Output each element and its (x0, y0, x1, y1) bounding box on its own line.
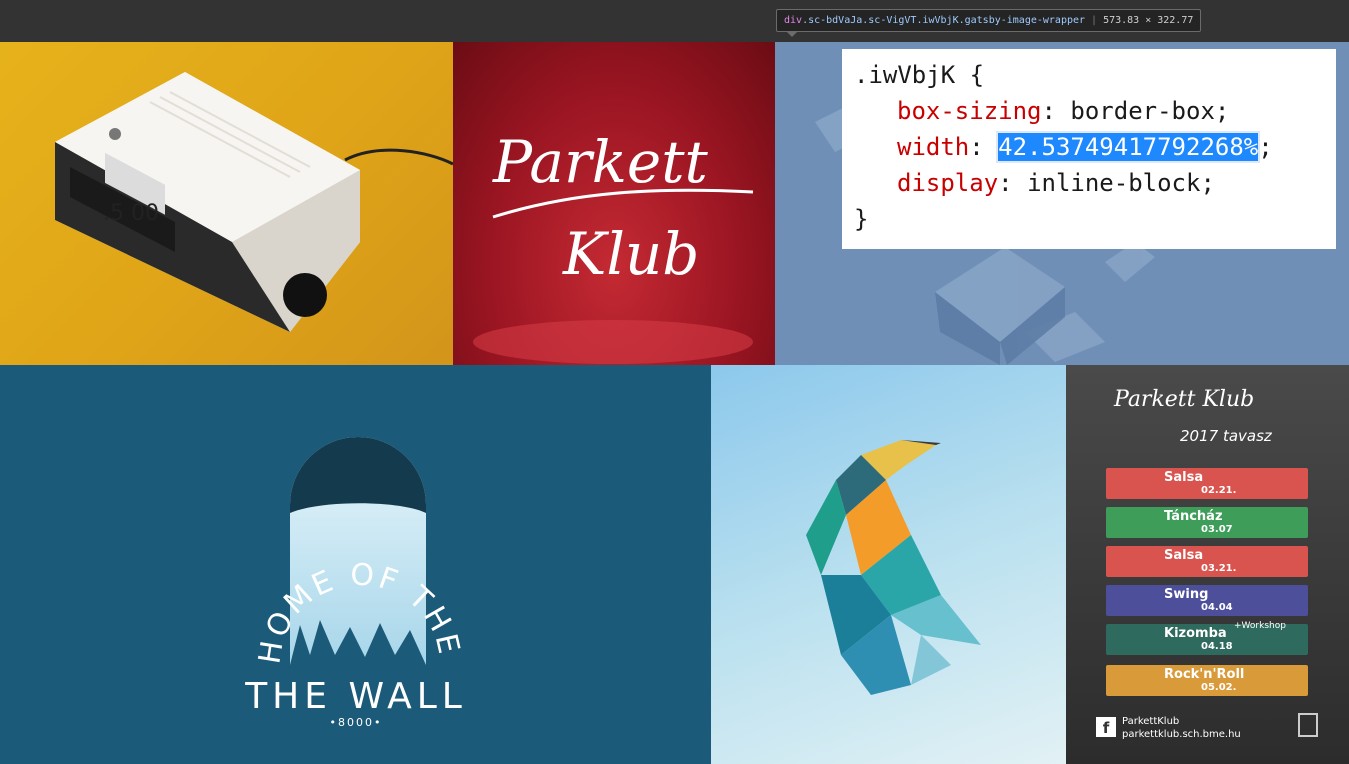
css-prop-name: box-sizing (897, 97, 1042, 125)
event-name: Salsa (1164, 470, 1204, 485)
wall-code: •8000• (330, 716, 383, 729)
css-prop-value: inline-block; (1027, 169, 1215, 197)
css-prop-name: width (897, 133, 970, 161)
css-declaration-width[interactable]: width: 42.53749417792268%; (854, 129, 1324, 165)
parkett-wordmark: Parkett (492, 128, 709, 196)
tooltip-classes: .sc-bdVaJa.sc-VigVT.iwVbjK.gatsby-image-… (802, 15, 1086, 26)
css-declaration-box-sizing[interactable]: box-sizing: border-box; (854, 93, 1324, 129)
event-band-swing: Swing 04.04 (1106, 585, 1308, 616)
event-extra: +Workshop (1234, 621, 1286, 631)
event-band-rocknroll: Rock'n'Roll 05.02. (1106, 665, 1308, 696)
event-band-salsa-2: Salsa 03.21. (1106, 546, 1308, 577)
event-name: Swing (1164, 587, 1209, 602)
gallery-tile-the-wall[interactable]: HOME OF THE NIGHT WATCH THE WALL •8000• (0, 365, 711, 764)
event-date: 02.21. (1201, 485, 1237, 496)
gallery-tile-parkett-poster[interactable]: Parkett Klub 2017 tavasz Salsa 02.21. Tá… (1066, 365, 1349, 764)
css-declaration-display[interactable]: display: inline-block; (854, 165, 1324, 201)
event-date: 05.02. (1201, 682, 1237, 693)
tooltip-arrow (786, 31, 798, 37)
poster-fb-url: parkettklub.sch.bme.hu (1122, 729, 1241, 740)
parkett-klub-logo: Parkett Klub (473, 128, 754, 364)
css-prop-name: display (897, 169, 999, 197)
poster-fb-name: ParkettKlub (1122, 716, 1180, 727)
facebook-icon: f (1096, 717, 1116, 737)
event-name: Kizomba (1164, 626, 1227, 641)
event-name: Táncház (1164, 509, 1223, 524)
poster-subtitle: 2017 tavasz (1180, 427, 1272, 445)
css-rule-close: } (854, 205, 869, 233)
bird-illustration (806, 440, 981, 695)
event-date: 04.18 (1201, 641, 1233, 652)
gallery-tile-parkett-klub[interactable]: Parkett Klub (453, 42, 775, 365)
wall-title: THE WALL (244, 676, 467, 717)
schonherz-logo-icon (1298, 713, 1318, 737)
event-band-salsa-1: Salsa 02.21. (1106, 468, 1308, 499)
poster-title: Parkett Klub (1114, 387, 1255, 412)
klub-wordmark: Klub (562, 220, 699, 288)
tooltip-tag: div (784, 15, 803, 26)
clock-radio-illustration: .5 00 (55, 72, 453, 332)
gallery-tile-bird[interactable] (711, 365, 1066, 764)
gallery-tile-clock-radio[interactable]: .5 00 (0, 42, 453, 365)
css-prop-value: border-box; (1070, 97, 1230, 125)
event-date: 03.21. (1201, 563, 1237, 574)
clock-time: .5 00 (103, 201, 159, 226)
event-date: 04.04 (1201, 602, 1233, 613)
the-wall-logo: HOME OF THE NIGHT WATCH THE WALL •8000• (0, 365, 467, 729)
tooltip-size: 573.83 × 322.77 (1103, 15, 1194, 26)
event-date: 03.07 (1201, 524, 1233, 535)
css-selector: .iwVbjK { (854, 61, 985, 89)
event-band-kizomba: Kizomba 04.18 +Workshop (1106, 621, 1308, 655)
event-name: Rock'n'Roll (1164, 667, 1245, 682)
css-rule-editor[interactable]: .iwVbjK { box-sizing: border-box; width:… (842, 49, 1336, 249)
event-name: Salsa (1164, 548, 1204, 563)
css-width-value-selected[interactable]: 42.53749417792268% (996, 131, 1261, 163)
element-inspector-tooltip: div .sc-bdVaJa.sc-VigVT.iwVbjK.gatsby-im… (776, 9, 1202, 32)
tooltip-separator: | (1091, 15, 1098, 26)
event-band-tanchaz: Táncház 03.07 (1106, 507, 1308, 538)
